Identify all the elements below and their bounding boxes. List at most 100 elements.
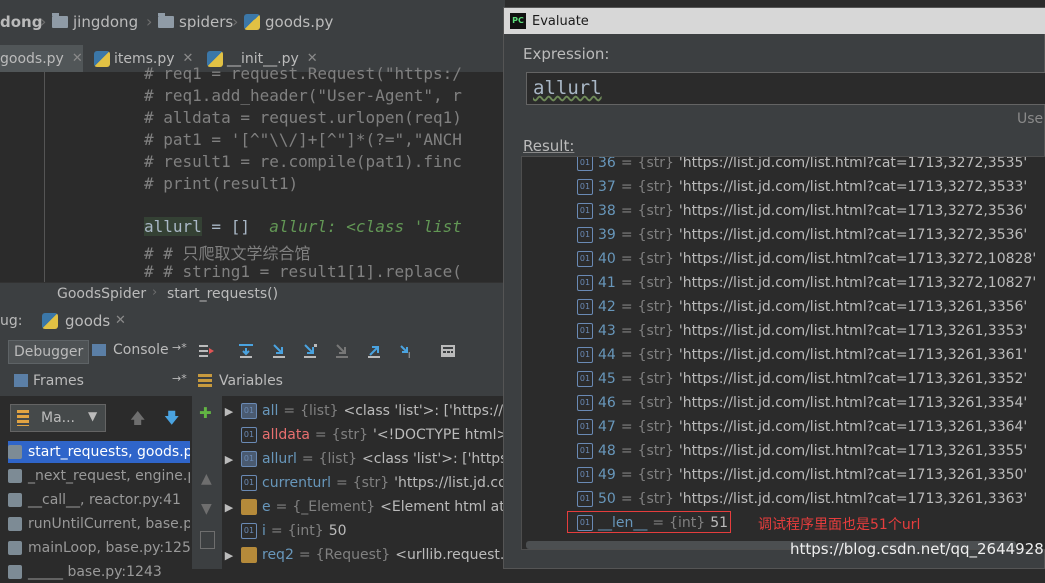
variable-value: '<!DOCTYPE html>\ [373,427,505,443]
result-index: 36 [598,156,616,171]
result-row[interactable]: 01 46 = {str}'https://list.jd.com/list.html… [577,391,1027,415]
result-row[interactable]: 01 36 = {str} 'https://list.jd.com/list.html… [577,156,1027,175]
variable-allurl[interactable]: allurl [144,217,202,236]
step-out-icon[interactable] [366,343,382,359]
result-index: 43 [598,323,616,339]
step-over-icon[interactable] [238,343,254,359]
frames-header: Frames →* [0,366,192,397]
expand-arrow-icon[interactable]: ▶ [222,405,236,418]
variable-value: <urllib.request.R [395,547,505,563]
result-row[interactable]: 01 48 = {str}'https://list.jd.com/list.html… [577,439,1027,463]
tab-console[interactable]: Console [113,342,169,358]
frame-item[interactable]: _____ base.py:1243 [8,561,190,583]
result-row[interactable]: 01 44 = {str}'https://list.jd.com/list.html… [577,343,1027,367]
breadcrumb-class[interactable]: GoodsSpider [57,286,146,302]
result-value: 'https://list.jd.com/list.html?cat=1713,… [678,467,1028,483]
result-type: {str} [637,323,674,339]
len-highlight-box [567,511,731,533]
frame-item[interactable]: mainLoop, base.py:125 [8,537,190,559]
evaluate-expression-icon[interactable] [440,343,456,359]
run-to-cursor-icon[interactable]: I [399,343,415,359]
frame-item[interactable]: _next_request, engine.p [8,465,190,487]
folder-icon [158,13,174,28]
arrow-up-icon[interactable]: 🡅 [130,408,145,433]
result-row[interactable]: 01 40 = {str}'https://list.jd.com/list.html… [577,247,1036,271]
variable-row[interactable]: ▶ 01 allurl = {list} <class 'list'>: ['h… [222,447,505,471]
pin-tab-icon[interactable]: →* [172,372,187,385]
expression-input[interactable]: allurl [526,72,1045,105]
variables-header: Variables [192,366,505,397]
frame-item[interactable]: start_requests, goods.p [8,441,190,463]
variable-row[interactable]: 01 i = {int} 50 [222,519,505,543]
variable-value: 50 [328,523,347,539]
result-row[interactable]: 01 47 = {str}'https://list.jd.com/list.html… [577,415,1027,439]
expand-arrow-icon[interactable]: ▶ [222,501,236,514]
variable-row[interactable]: ▶ req2 = {Request} <urllib.request.R [222,543,505,567]
result-row[interactable]: 01 43 = {str}'https://list.jd.com/list.html… [577,319,1027,343]
frame-icon [8,469,22,483]
breadcrumb-file[interactable]: goods.py [244,13,333,31]
close-tab-icon[interactable]: ✕ [72,51,83,66]
move-down-icon[interactable]: ▼ [201,501,212,517]
tab-label: goods.py [0,50,64,67]
move-up-icon[interactable]: ▲ [201,471,212,487]
breadcrumb-spiders[interactable]: spiders [158,13,233,31]
result-row[interactable]: 01 49 = {str}'https://list.jd.com/list.html… [577,463,1027,487]
result-row[interactable]: 01 50 = {str}'https://list.jd.com/list.html… [577,487,1027,511]
variables-side-toolbar: ✚ ▲ ▼ [192,396,222,569]
expand-arrow-icon[interactable]: ▶ [222,453,236,466]
close-session-icon[interactable]: ✕ [115,313,126,328]
breadcrumb-method[interactable]: start_requests() [167,286,278,302]
result-type: {str} [637,395,674,411]
string-item-icon: 01 [577,323,593,339]
variable-name: currenturl [262,475,332,491]
result-row[interactable]: 01 41 = {str}'https://list.jd.com/list.html… [577,271,1036,295]
result-label: Result: [523,137,575,155]
variable-value: <class 'list'>: ['https://lis [343,403,505,419]
show-execution-point-icon[interactable] [198,343,214,359]
pin-tab-icon[interactable]: →* [172,341,187,354]
breadcrumb-jingdong[interactable]: jingdong [52,13,138,31]
variable-value: <class 'list'>: ['https:// [362,451,505,467]
result-type: {str} [637,443,674,459]
gutter-divider [44,72,45,282]
int-variable-icon: 01 [241,523,257,539]
result-row[interactable]: 01 45 = {str}'https://list.jd.com/list.html… [577,367,1027,391]
force-step-into-icon[interactable] [334,343,350,359]
expand-arrow-icon[interactable]: ▶ [222,549,236,562]
copy-icon[interactable] [200,531,215,549]
frames-title: Frames [33,373,84,389]
use-code-fragment-link[interactable]: Use [1017,111,1043,127]
debug-session-tab[interactable]: goods [65,312,110,330]
frame-icon [8,541,22,555]
code-editor[interactable]: # req1 = request.Request("https:/ # req1… [0,64,505,282]
tab-debugger[interactable]: Debugger [8,340,90,364]
frame-label: mainLoop, base.py:125 [28,540,190,556]
result-row[interactable]: 01 37 = {str}'https://list.jd.com/list.html… [577,175,1027,199]
evaluate-watch-icon[interactable]: ✚ [199,404,212,422]
arrow-down-icon[interactable]: 🡇 [164,408,179,433]
variable-row[interactable]: ▶ 01 all = {list} <class 'list'>: ['http… [222,399,505,423]
result-value: 'https://list.jd.com/list.html?cat=1713,… [678,299,1028,315]
equals-sign: = [620,179,633,195]
breadcrumb-separator-icon: › [232,12,239,31]
variable-row[interactable]: 01 currenturl = {str} 'https://list.jd.c… [222,471,505,495]
result-row[interactable]: 01 42 = {str}'https://list.jd.com/list.html… [577,295,1027,319]
variable-row[interactable]: 01 alldata = {str} '<!DOCTYPE html>\ [222,423,505,447]
thread-select[interactable]: Ma... ▼ [10,404,106,432]
result-row[interactable]: 01 39 = {str}'https://list.jd.com/list.html… [577,223,1027,247]
result-row[interactable]: 01 38 = {str}'https://list.jd.com/list.html… [577,199,1027,223]
result-type: {str} [637,347,674,363]
variable-row[interactable]: ▶ e = {_Element} <Element html at 0 [222,495,505,519]
step-into-my-code-icon[interactable] [302,343,318,359]
editor-breadcrumb-bar: GoodsSpider › start_requests() [0,282,505,307]
step-into-icon[interactable] [271,343,287,359]
evaluate-dialog-titlebar[interactable]: PC Evaluate [504,8,1045,34]
frame-item[interactable]: runUntilCurrent, base.p [8,513,190,535]
debug-window-header: ug: goods ✕ [0,306,505,337]
frame-item[interactable]: __call__, reactor.py:41 [8,489,190,511]
result-type: {str} [637,156,674,171]
breadcrumb-project[interactable]: dong [0,13,42,31]
string-variable-icon: 01 [241,475,257,491]
tab-goods-py[interactable]: goods.py ✕ [0,45,83,72]
